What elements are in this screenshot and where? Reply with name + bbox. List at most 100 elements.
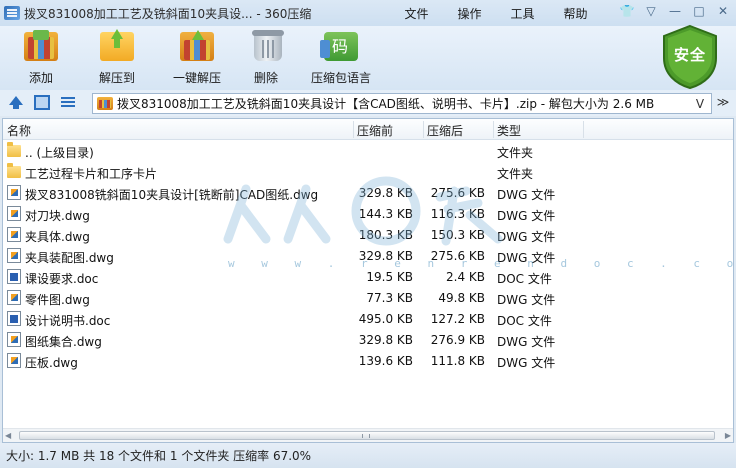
add-button[interactable]: 添加 [6,30,76,86]
add-archive-icon [24,30,58,61]
menu-file[interactable]: 文件 [390,5,443,22]
file-compressed-size: 2.4 KB [446,270,485,284]
dwg-file-icon [7,248,21,263]
archive-language-button[interactable]: 压缩包语言 [306,30,376,86]
scroll-thumb[interactable] [19,431,715,440]
list-header: 名称 压缩前 压缩后 类型 [3,119,733,140]
file-row[interactable]: 夹具体.dwg 180.3 KB 150.3 KB DWG 文件 [3,224,733,245]
file-name: 压板.dwg [25,356,78,370]
window-title: 拨叉831008加工工艺及铣斜面10夹具设... - 360压缩 [24,6,312,21]
file-name: 拨叉831008铣斜面10夹具设计[铣断前]CAD图纸.dwg [25,188,319,202]
maximize-button[interactable]: □ [688,2,710,20]
dwg-file-icon [7,206,21,221]
horizontal-scrollbar[interactable]: ◀ ▶ [3,428,733,442]
title-bar: 拨叉831008加工工艺及铣斜面10夹具设... - 360压缩 文件 操作 工… [0,0,736,26]
file-size: 495.0 KB [358,312,413,326]
file-rows: .. (上级目录) 文件夹 工艺过程卡片和工序卡片 文件夹 拨叉831008铣斜面10夹… [3,140,733,371]
file-compressed-size: 275.6 KB [430,249,485,263]
menu-tools[interactable]: 工具 [496,5,549,22]
path-field[interactable]: 拨叉831008加工工艺及铣斜面10夹具设计【含CAD图纸、说明书、卡片】.zi… [92,93,712,114]
file-type: DWG 文件 [497,251,556,265]
skin-icon[interactable]: 👕 [616,2,638,20]
file-row[interactable]: 零件图.dwg 77.3 KB 49.8 KB DWG 文件 [3,287,733,308]
scroll-left-icon[interactable]: ◀ [5,431,15,441]
file-name: 夹具体.dwg [25,230,90,244]
up-arrow-icon[interactable] [8,95,24,110]
scroll-right-icon[interactable]: ▶ [721,431,731,441]
file-type: DWG 文件 [497,335,556,349]
file-type: 文件夹 [497,167,534,181]
column-divider[interactable] [423,121,424,138]
dwg-file-icon [7,353,21,368]
extract-to-button[interactable]: 解压到 [82,29,152,86]
path-dropdown-icon[interactable]: V [691,96,709,112]
security-label: 安全 [673,46,706,64]
file-type: DWG 文件 [497,293,556,307]
scroll-grip-icon [362,434,370,438]
file-size: 329.8 KB [358,186,413,200]
column-divider[interactable] [353,121,354,138]
app-icon [4,6,20,20]
one-click-extract-icon [180,30,214,61]
toolbar: 添加 解压到 一键解压 删除 压缩包语言 [0,26,736,90]
expand-panel-icon[interactable]: ≫ [714,95,732,111]
column-type[interactable]: 类型 [497,122,521,139]
file-type: DWG 文件 [497,356,556,370]
file-row[interactable]: 对刀块.dwg 144.3 KB 116.3 KB DWG 文件 [3,203,733,224]
file-compressed-size: 150.3 KB [430,228,485,242]
file-row[interactable]: .. (上级目录) 文件夹 [3,140,733,161]
file-name: 设计说明书.doc [25,314,111,328]
column-compressed[interactable]: 压缩后 [427,122,463,139]
column-divider[interactable] [493,121,494,138]
file-type: DOC 文件 [497,314,552,328]
one-click-extract-button[interactable]: 一键解压 [162,30,232,86]
file-size: 180.3 KB [358,228,413,242]
archive-path: 拨叉831008加工工艺及铣斜面10夹具设计【含CAD图纸、说明书、卡片】.zi… [117,97,655,111]
encoding-icon [320,32,358,61]
folder-icon [7,163,21,178]
file-row[interactable]: 课设要求.doc 19.5 KB 2.4 KB DOC 文件 [3,266,733,287]
doc-file-icon [7,311,21,326]
list-view-icon[interactable] [60,95,76,110]
file-compressed-size: 276.9 KB [430,333,485,347]
file-list: 名称 压缩前 压缩后 类型 .. (上级目录) 文件夹 工艺过程卡片和工序卡片 文件夹… [2,118,734,443]
file-name: 夹具装配图.dwg [25,251,114,265]
file-row[interactable]: 工艺过程卡片和工序卡片 文件夹 [3,161,733,182]
file-type: DWG 文件 [497,209,556,223]
security-shield-button[interactable]: 安全 [660,24,720,90]
file-row[interactable]: 夹具装配图.dwg 329.8 KB 275.6 KB DWG 文件 [3,245,733,266]
file-size: 77.3 KB [366,291,413,305]
dwg-file-icon [7,185,21,200]
close-button[interactable]: ✕ [712,2,734,20]
delete-button[interactable]: 删除 [231,30,301,86]
menu-operate[interactable]: 操作 [443,5,496,22]
column-name[interactable]: 名称 [7,122,31,139]
file-name: 课设要求.doc [25,272,99,286]
dwg-file-icon [7,290,21,305]
file-compressed-size: 116.3 KB [430,207,485,221]
dropdown-icon[interactable]: ▽ [640,2,662,20]
file-row[interactable]: 设计说明书.doc 495.0 KB 127.2 KB DOC 文件 [3,308,733,329]
file-size: 144.3 KB [358,207,413,221]
archive-language-label: 压缩包语言 [310,71,371,85]
column-divider[interactable] [583,121,584,138]
doc-file-icon [7,269,21,284]
file-row[interactable]: 图纸集合.dwg 329.8 KB 276.9 KB DWG 文件 [3,329,733,350]
dwg-file-icon [7,227,21,242]
file-row[interactable]: 拨叉831008铣斜面10夹具设计[铣断前]CAD图纸.dwg 329.8 KB 2… [3,182,733,203]
menu-help[interactable]: 帮助 [549,5,602,22]
file-size: 329.8 KB [358,249,413,263]
file-size: 139.6 KB [358,354,413,368]
file-row[interactable]: 压板.dwg 139.6 KB 111.8 KB DWG 文件 [3,350,733,371]
file-size: 329.8 KB [358,333,413,347]
column-size[interactable]: 压缩前 [357,122,393,139]
large-icon-view-icon[interactable] [34,95,50,110]
add-button-label: 添加 [28,71,53,85]
file-name: .. (上级目录) [25,146,94,160]
minimize-button[interactable]: — [664,2,686,20]
extract-folder-icon [100,29,134,61]
address-bar: 拨叉831008加工工艺及铣斜面10夹具设计【含CAD图纸、说明书、卡片】.zi… [0,90,736,116]
file-name: 零件图.dwg [25,293,90,307]
file-type: 文件夹 [497,146,534,160]
file-compressed-size: 275.6 KB [430,186,485,200]
